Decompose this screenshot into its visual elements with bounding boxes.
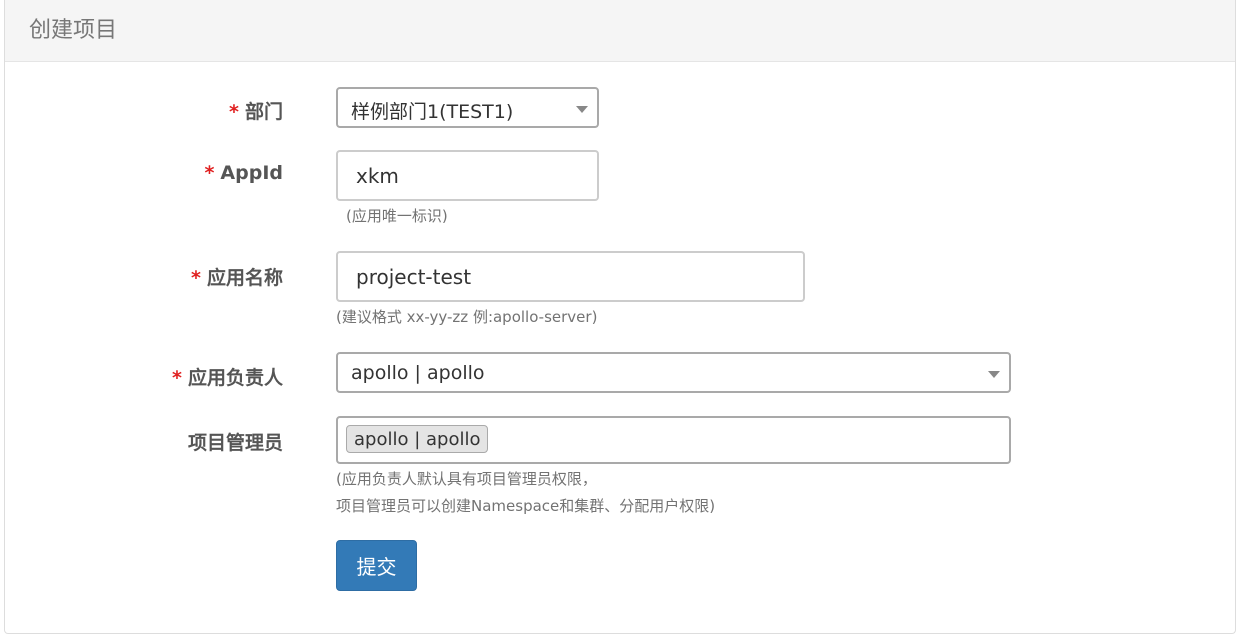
admins-help-line-2: 项目管理员可以创建Namespace和集群、分配用户权限) bbox=[336, 497, 716, 515]
required-mark: * bbox=[172, 367, 182, 389]
panel-heading: 创建项目 bbox=[5, 0, 1235, 62]
required-mark: * bbox=[191, 267, 201, 289]
owner-label: * 应用负责人 bbox=[172, 363, 283, 390]
appid-help-text: (应用唯一标识) bbox=[346, 207, 448, 225]
app-name-input[interactable] bbox=[336, 251, 805, 302]
department-select[interactable]: 样例部门1(TEST1) bbox=[336, 87, 599, 128]
appid-label: * AppId bbox=[204, 162, 283, 184]
app-name-label: * 应用名称 bbox=[191, 263, 283, 290]
chevron-down-icon bbox=[988, 371, 1000, 378]
admins-label-text: 项目管理员 bbox=[187, 432, 283, 454]
app-name-help-text: (建议格式 xx-yy-zz 例:apollo-server) bbox=[336, 308, 598, 326]
owner-select[interactable]: apollo | apollo bbox=[336, 352, 1011, 393]
owner-label-text: 应用负责人 bbox=[187, 367, 283, 389]
department-label-text: 部门 bbox=[244, 101, 283, 123]
appid-label-text: AppId bbox=[220, 162, 283, 184]
submit-button[interactable]: 提交 bbox=[336, 540, 417, 591]
admins-label: 项目管理员 bbox=[188, 428, 283, 455]
required-mark: * bbox=[204, 162, 215, 184]
owner-select-value: apollo | apollo bbox=[351, 362, 485, 384]
department-label: * 部门 bbox=[229, 97, 283, 124]
admins-multiselect[interactable]: apollo | apollo bbox=[336, 416, 1011, 464]
department-select-value: 样例部门1(TEST1) bbox=[351, 101, 514, 123]
page-title: 创建项目 bbox=[29, 18, 118, 43]
required-mark: * bbox=[229, 101, 239, 123]
app-name-label-text: 应用名称 bbox=[206, 267, 283, 289]
create-project-panel: 创建项目 *部门 样例部门1(TEST1) *AppId (应用唯一标识) *应… bbox=[4, 0, 1236, 634]
admins-help-line-1: (应用负责人默认具有项目管理员权限， bbox=[336, 470, 597, 488]
appid-input[interactable] bbox=[336, 150, 599, 201]
chevron-down-icon bbox=[576, 106, 588, 113]
admin-tag[interactable]: apollo | apollo bbox=[346, 425, 489, 453]
